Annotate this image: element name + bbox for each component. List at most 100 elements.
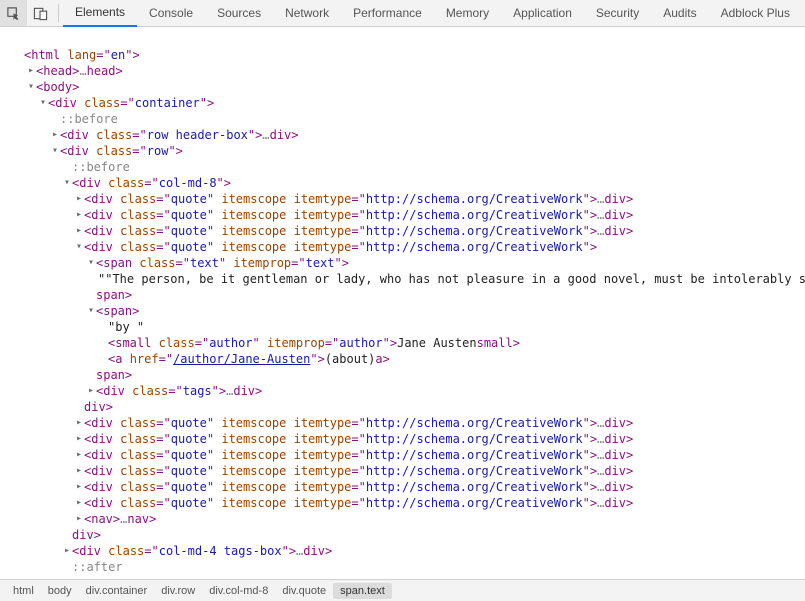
dom-node-div-quote[interactable]: <div class="quote" itemscope itemtype="h… (14, 495, 805, 511)
expand-arrow-icon[interactable] (86, 383, 96, 399)
expand-arrow-icon[interactable] (74, 239, 84, 255)
dom-node-small-author[interactable]: <small class="author" itemprop="author">… (14, 335, 805, 351)
dom-node-div-quote-open[interactable]: <div class="quote" itemscope itemtype="h… (14, 239, 805, 255)
expand-arrow-icon[interactable] (74, 191, 84, 207)
tab-adblock-plus[interactable]: Adblock Plus (709, 0, 802, 27)
dom-node-by-text[interactable]: "by " (14, 319, 805, 335)
dom-node-content: ::after (72, 559, 123, 575)
dom-node-content: <div class="container"> (48, 95, 214, 111)
breadcrumb-item[interactable]: div.container (79, 583, 155, 599)
tab-application[interactable]: Application (501, 0, 584, 27)
expand-arrow-icon[interactable] (50, 127, 60, 143)
tab-audits[interactable]: Audits (651, 0, 708, 27)
breadcrumb-item[interactable]: div.row (154, 583, 202, 599)
expand-arrow-icon[interactable] (62, 175, 72, 191)
dom-node-div-quote[interactable]: <div class="quote" itemscope itemtype="h… (14, 415, 805, 431)
dom-node-content: div> (84, 399, 113, 415)
dom-node-div-quote[interactable]: <div class="quote" itemscope itemtype="h… (14, 223, 805, 239)
dom-node-div-container-open[interactable]: <div class="container"> (14, 95, 805, 111)
expand-arrow-icon[interactable] (74, 431, 84, 447)
dom-node-nav[interactable]: <nav>…nav> (14, 511, 805, 527)
dom-node-quote-text[interactable]: ""The person, be it gentleman or lady, w… (14, 271, 805, 287)
dom-node-pseudo-before[interactable]: ::before (14, 111, 805, 127)
dom-node-pseudo-after[interactable]: ::after (14, 559, 805, 575)
dom-node-div-col8-close[interactable]: div> (14, 527, 805, 543)
expand-arrow-icon[interactable] (74, 447, 84, 463)
dom-node-div-quote[interactable]: <div class="quote" itemscope itemtype="h… (14, 207, 805, 223)
dom-node-content: <div class="quote" itemscope itemtype="h… (84, 431, 633, 447)
dom-node-pseudo-before[interactable]: ::before (14, 159, 805, 175)
expand-arrow-icon[interactable] (74, 207, 84, 223)
breadcrumb-item[interactable]: div.quote (275, 583, 333, 599)
dom-node-div-col4[interactable]: <div class="col-md-4 tags-box">…div> (14, 543, 805, 559)
expand-arrow-icon[interactable] (26, 63, 36, 79)
expand-arrow-icon[interactable] (62, 543, 72, 559)
dom-node-content: <head>…head> (36, 63, 123, 79)
expand-arrow-icon[interactable] (26, 79, 36, 95)
tab-console[interactable]: Console (137, 0, 205, 27)
breadcrumb-item[interactable]: span.text (333, 583, 392, 599)
dom-node-content: <div class="col-md-4 tags-box">…div> (72, 543, 332, 559)
dom-node-content: ::before (72, 159, 130, 175)
dom-node-content: ::before (60, 111, 118, 127)
expand-arrow-icon[interactable] (74, 511, 84, 527)
inspect-element-icon[interactable] (0, 0, 27, 26)
expand-arrow-icon[interactable] (74, 415, 84, 431)
dom-node-content: <span> (96, 303, 139, 319)
dom-node-div-row-open[interactable]: <div class="row"> (14, 143, 805, 159)
tab-elements[interactable]: Elements (63, 0, 137, 27)
expand-arrow-icon[interactable] (50, 143, 60, 159)
dom-node-span-text-open[interactable]: <span class="text" itemprop="text"> (14, 255, 805, 271)
expand-arrow-icon[interactable] (86, 255, 96, 271)
dom-node-div-header-row[interactable]: <div class="row header-box">…div> (14, 127, 805, 143)
dom-node-content: <a href="/author/Jane-Austen">(about)a> (108, 351, 390, 367)
dom-node-content: <nav>…nav> (84, 511, 156, 527)
dom-node-body-open[interactable]: <body> (14, 79, 805, 95)
dom-node-span-close[interactable]: span> (14, 367, 805, 383)
tab-sources[interactable]: Sources (205, 0, 273, 27)
tab-network[interactable]: Network (273, 0, 341, 27)
devtools-tabs: ElementsConsoleSourcesNetworkPerformance… (63, 0, 802, 27)
dom-node-content: <div class="row"> (60, 143, 183, 159)
dom-node-div-quote-close[interactable]: div> (14, 399, 805, 415)
expand-arrow-icon[interactable] (74, 463, 84, 479)
toolbar-divider (58, 4, 59, 22)
dom-node-html-open[interactable]: <html lang="en"> (14, 47, 805, 63)
tab-performance[interactable]: Performance (341, 0, 434, 27)
expand-arrow-icon[interactable] (74, 479, 84, 495)
dom-node-content: ""The person, be it gentleman or lady, w… (98, 271, 805, 287)
dom-node-div-quote[interactable]: <div class="quote" itemscope itemtype="h… (14, 479, 805, 495)
expand-arrow-icon[interactable] (38, 95, 48, 111)
breadcrumb-item[interactable]: div.col-md-8 (202, 583, 275, 599)
dom-node-doctype[interactable] (14, 31, 805, 47)
device-toolbar-icon[interactable] (27, 0, 54, 26)
dom-node-content: <div class="quote" itemscope itemtype="h… (84, 191, 633, 207)
dom-node-span-open[interactable]: <span> (14, 303, 805, 319)
dom-node-content: <div class="col-md-8"> (72, 175, 231, 191)
tab-memory[interactable]: Memory (434, 0, 501, 27)
expand-arrow-icon[interactable] (74, 495, 84, 511)
expand-arrow-icon[interactable] (74, 223, 84, 239)
dom-node-content: <div class="tags">…div> (96, 383, 262, 399)
dom-node-content: div> (72, 527, 101, 543)
dom-node-content: <body> (36, 79, 79, 95)
breadcrumb-item[interactable]: body (41, 583, 79, 599)
breadcrumb-item[interactable]: html (6, 583, 41, 599)
dom-node-div-quote[interactable]: <div class="quote" itemscope itemtype="h… (14, 463, 805, 479)
dom-node-a-about[interactable]: <a href="/author/Jane-Austen">(about)a> (14, 351, 805, 367)
tab-security[interactable]: Security (584, 0, 651, 27)
dom-node-content: "by " (108, 319, 144, 335)
dom-node-span-text-close[interactable]: span> (14, 287, 805, 303)
dom-node-content: <div class="quote" itemscope itemtype="h… (84, 447, 633, 463)
dom-node-div-quote[interactable]: <div class="quote" itemscope itemtype="h… (14, 431, 805, 447)
dom-node-content: <div class="quote" itemscope itemtype="h… (84, 479, 633, 495)
expand-arrow-icon[interactable] (86, 303, 96, 319)
dom-tree-pane[interactable]: <html lang="en"><head>…head><body><div c… (0, 27, 805, 577)
dom-node-head[interactable]: <head>…head> (14, 63, 805, 79)
dom-node-div-col8-open[interactable]: <div class="col-md-8"> (14, 175, 805, 191)
dom-node-div-tags[interactable]: <div class="tags">…div> (14, 383, 805, 399)
dom-node-content: <div class="quote" itemscope itemtype="h… (84, 239, 597, 255)
dom-node-content: <div class="quote" itemscope itemtype="h… (84, 463, 633, 479)
dom-node-div-quote[interactable]: <div class="quote" itemscope itemtype="h… (14, 191, 805, 207)
dom-node-div-quote[interactable]: <div class="quote" itemscope itemtype="h… (14, 447, 805, 463)
